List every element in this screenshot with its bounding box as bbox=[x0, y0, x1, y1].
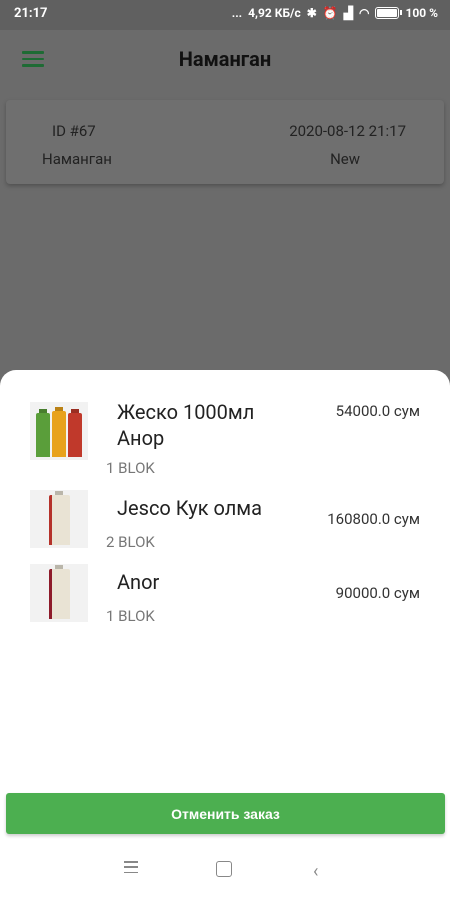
battery-icon bbox=[375, 7, 403, 19]
status-bar: 21:17 ... 4,92 КБ/с ✱ ⏰ ▟ ◠ 100 % bbox=[0, 0, 450, 30]
product-image bbox=[30, 402, 88, 460]
app-bar: Наманган bbox=[0, 30, 450, 94]
wifi-icon: ◠ bbox=[359, 6, 370, 20]
product-image bbox=[30, 564, 88, 622]
order-id: ID #67 bbox=[52, 122, 96, 140]
order-card[interactable]: ID #67 2020-08-12 21:17 Наманган New bbox=[6, 100, 444, 184]
order-city: Наманган bbox=[42, 150, 112, 168]
status-time: 21:17 bbox=[14, 6, 48, 21]
signal-icon: ▟ bbox=[343, 6, 353, 20]
network-speed: 4,92 КБ/с bbox=[248, 6, 301, 20]
home-icon[interactable] bbox=[216, 861, 232, 882]
page-title: Наманган bbox=[178, 47, 272, 71]
order-status: New bbox=[330, 150, 360, 168]
bluetooth-icon: ✱ bbox=[306, 6, 317, 20]
product-qty: 1 BLOK bbox=[106, 607, 155, 625]
system-nav-bar: ‹ bbox=[0, 845, 450, 900]
product-price: 160800.0 сум bbox=[327, 510, 420, 528]
status-dots: ... bbox=[231, 6, 243, 20]
order-date: 2020-08-12 21:17 bbox=[289, 122, 406, 140]
product-image bbox=[30, 490, 88, 548]
product-name: Жеско 1000мл Анор bbox=[117, 400, 255, 450]
product-name: Anor bbox=[117, 570, 160, 594]
cancel-order-button[interactable]: Отменить заказ bbox=[6, 793, 445, 834]
back-icon[interactable]: ‹ bbox=[313, 861, 318, 882]
product-name: Jesco Кук олма bbox=[117, 496, 263, 520]
product-price: 54000.0 сум bbox=[335, 402, 420, 420]
product-qty: 1 BLOK bbox=[106, 459, 155, 477]
recents-icon[interactable] bbox=[124, 861, 138, 877]
product-price: 90000.0 сум bbox=[335, 584, 420, 602]
product-qty: 2 BLOK bbox=[106, 533, 155, 551]
alarm-icon: ⏰ bbox=[322, 6, 338, 20]
status-indicators: ... 4,92 КБ/с ✱ ⏰ ▟ ◠ 100 % bbox=[232, 6, 438, 20]
battery-percent: 100 % bbox=[405, 6, 438, 20]
